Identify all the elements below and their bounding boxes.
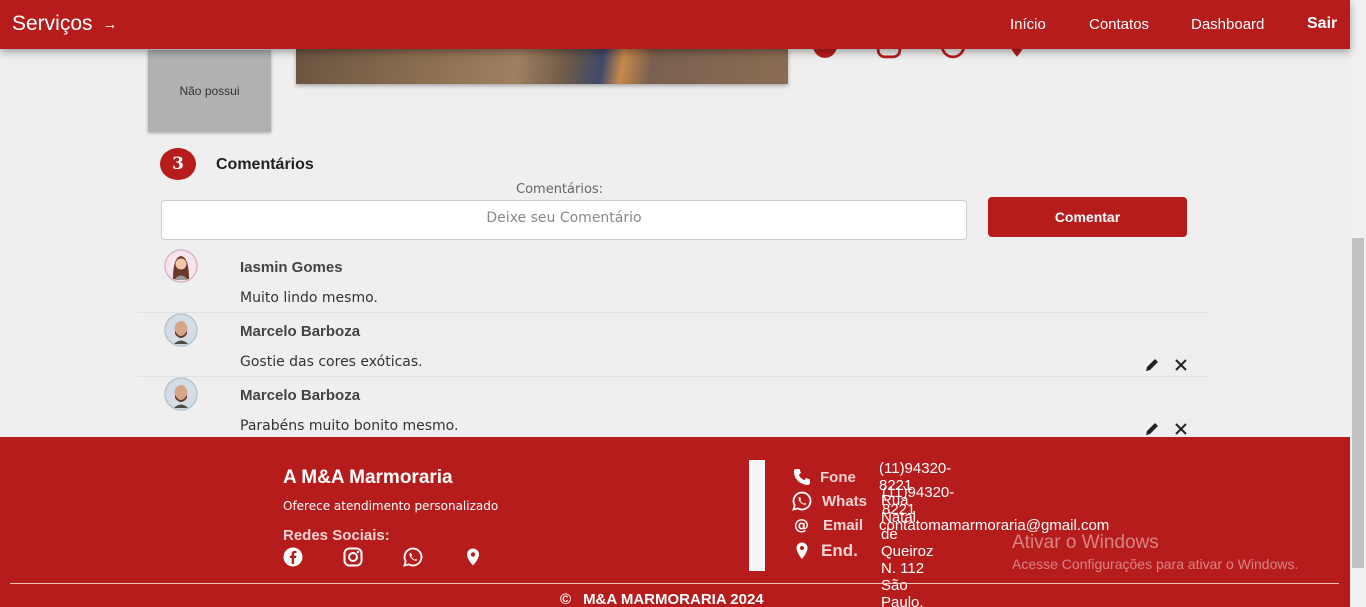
footer-divider	[749, 460, 765, 571]
nav-link-contatos[interactable]: Contatos	[1089, 16, 1149, 33]
whatsapp-icon[interactable]	[940, 49, 966, 59]
nav-link-inicio[interactable]: Início	[1010, 16, 1046, 33]
copyright-icon: ©	[560, 591, 572, 607]
comment-text: Gostie das cores exóticas.	[240, 354, 423, 370]
instagram-icon[interactable]	[876, 49, 902, 59]
comment-input[interactable]	[161, 200, 967, 240]
whatsapp-icon	[792, 491, 812, 511]
avatar	[164, 249, 198, 283]
contact-address: End. Rua Natal de Queiroz N. 112 São Pau…	[792, 492, 934, 607]
contact-email: @ Email contatomamarmoraria@gmail.com	[792, 514, 1109, 536]
comment-item: Marcelo Barboza Gostie das cores exótica…	[138, 313, 1208, 377]
logout-link[interactable]: Sair	[1307, 15, 1337, 33]
contact-label: Fone	[820, 468, 856, 486]
windows-watermark-subtitle: Acesse Configurações para ativar o Windo…	[1012, 556, 1299, 572]
comment-author: Marcelo Barboza	[240, 387, 361, 404]
product-image	[296, 49, 788, 84]
location-icon	[792, 541, 812, 561]
scrollbar-thumb[interactable]	[1352, 238, 1364, 568]
facebook-icon[interactable]	[283, 547, 303, 567]
footer-copyright: © M&A MARMORARIA 2024	[560, 591, 764, 607]
edit-icon[interactable]	[1144, 421, 1160, 437]
footer: A M&A Marmoraria Oferece atendimento per…	[0, 437, 1350, 607]
nav-link-dashboard[interactable]: Dashboard	[1191, 16, 1264, 33]
comment-item: Marcelo Barboza Parabéns muito bonito me…	[138, 377, 1208, 441]
brand-title: Serviços	[12, 12, 93, 35]
footer-separator	[10, 583, 1339, 584]
contact-label: Whats	[822, 492, 867, 510]
footer-social-title: Redes Sociais:	[283, 527, 390, 544]
copyright-text: M&A MARMORARIA 2024	[583, 591, 764, 607]
comment-submit-button[interactable]: Comentar	[988, 197, 1187, 237]
contact-value: Rua Natal de Queiroz N. 112 São Paulo.	[881, 491, 934, 607]
comments-title: Comentários	[216, 156, 314, 173]
contact-label: End.	[821, 541, 858, 560]
comment-text: Muito lindo mesmo.	[240, 290, 378, 306]
footer-tagline: Oferece atendimento personalizado	[283, 499, 499, 513]
comment-item: Iasmin Gomes Muito lindo mesmo.	[138, 249, 1208, 313]
brand[interactable]: Serviços →	[12, 12, 118, 36]
avatar	[164, 377, 198, 411]
comment-form-label: Comentários:	[516, 182, 604, 197]
contact-phone: Fone (11)94320-8221	[792, 460, 951, 494]
svg-text:@: @	[794, 516, 809, 534]
comment-text: Parabéns muito bonito mesmo.	[240, 418, 459, 434]
comment-count-badge: 3	[160, 148, 196, 180]
contact-whatsapp: Whats (11)94320-8221	[792, 484, 954, 518]
close-icon[interactable]	[1173, 421, 1189, 437]
thumbnail-placeholder-text: Não possui	[179, 84, 240, 98]
windows-watermark-title: Ativar o Windows	[1012, 532, 1159, 553]
arrow-right-icon: →	[102, 15, 118, 33]
product-thumbnail[interactable]: Não possui	[148, 50, 271, 132]
location-icon[interactable]	[1004, 49, 1030, 59]
comment-author: Iasmin Gomes	[240, 259, 343, 276]
instagram-icon[interactable]	[343, 547, 363, 567]
close-icon[interactable]	[1173, 357, 1189, 373]
whatsapp-icon[interactable]	[403, 547, 423, 567]
contact-label: Email	[823, 516, 864, 534]
phone-icon	[792, 467, 812, 487]
at-icon: @	[792, 515, 812, 535]
location-icon[interactable]	[463, 547, 483, 567]
facebook-icon[interactable]	[812, 49, 838, 59]
top-navbar: Serviços → Início Contatos Dashboard Sai…	[0, 0, 1350, 49]
avatar	[164, 313, 198, 347]
edit-icon[interactable]	[1144, 357, 1160, 373]
comment-author: Marcelo Barboza	[240, 323, 361, 340]
footer-company-name: A M&A Marmoraria	[283, 467, 453, 488]
